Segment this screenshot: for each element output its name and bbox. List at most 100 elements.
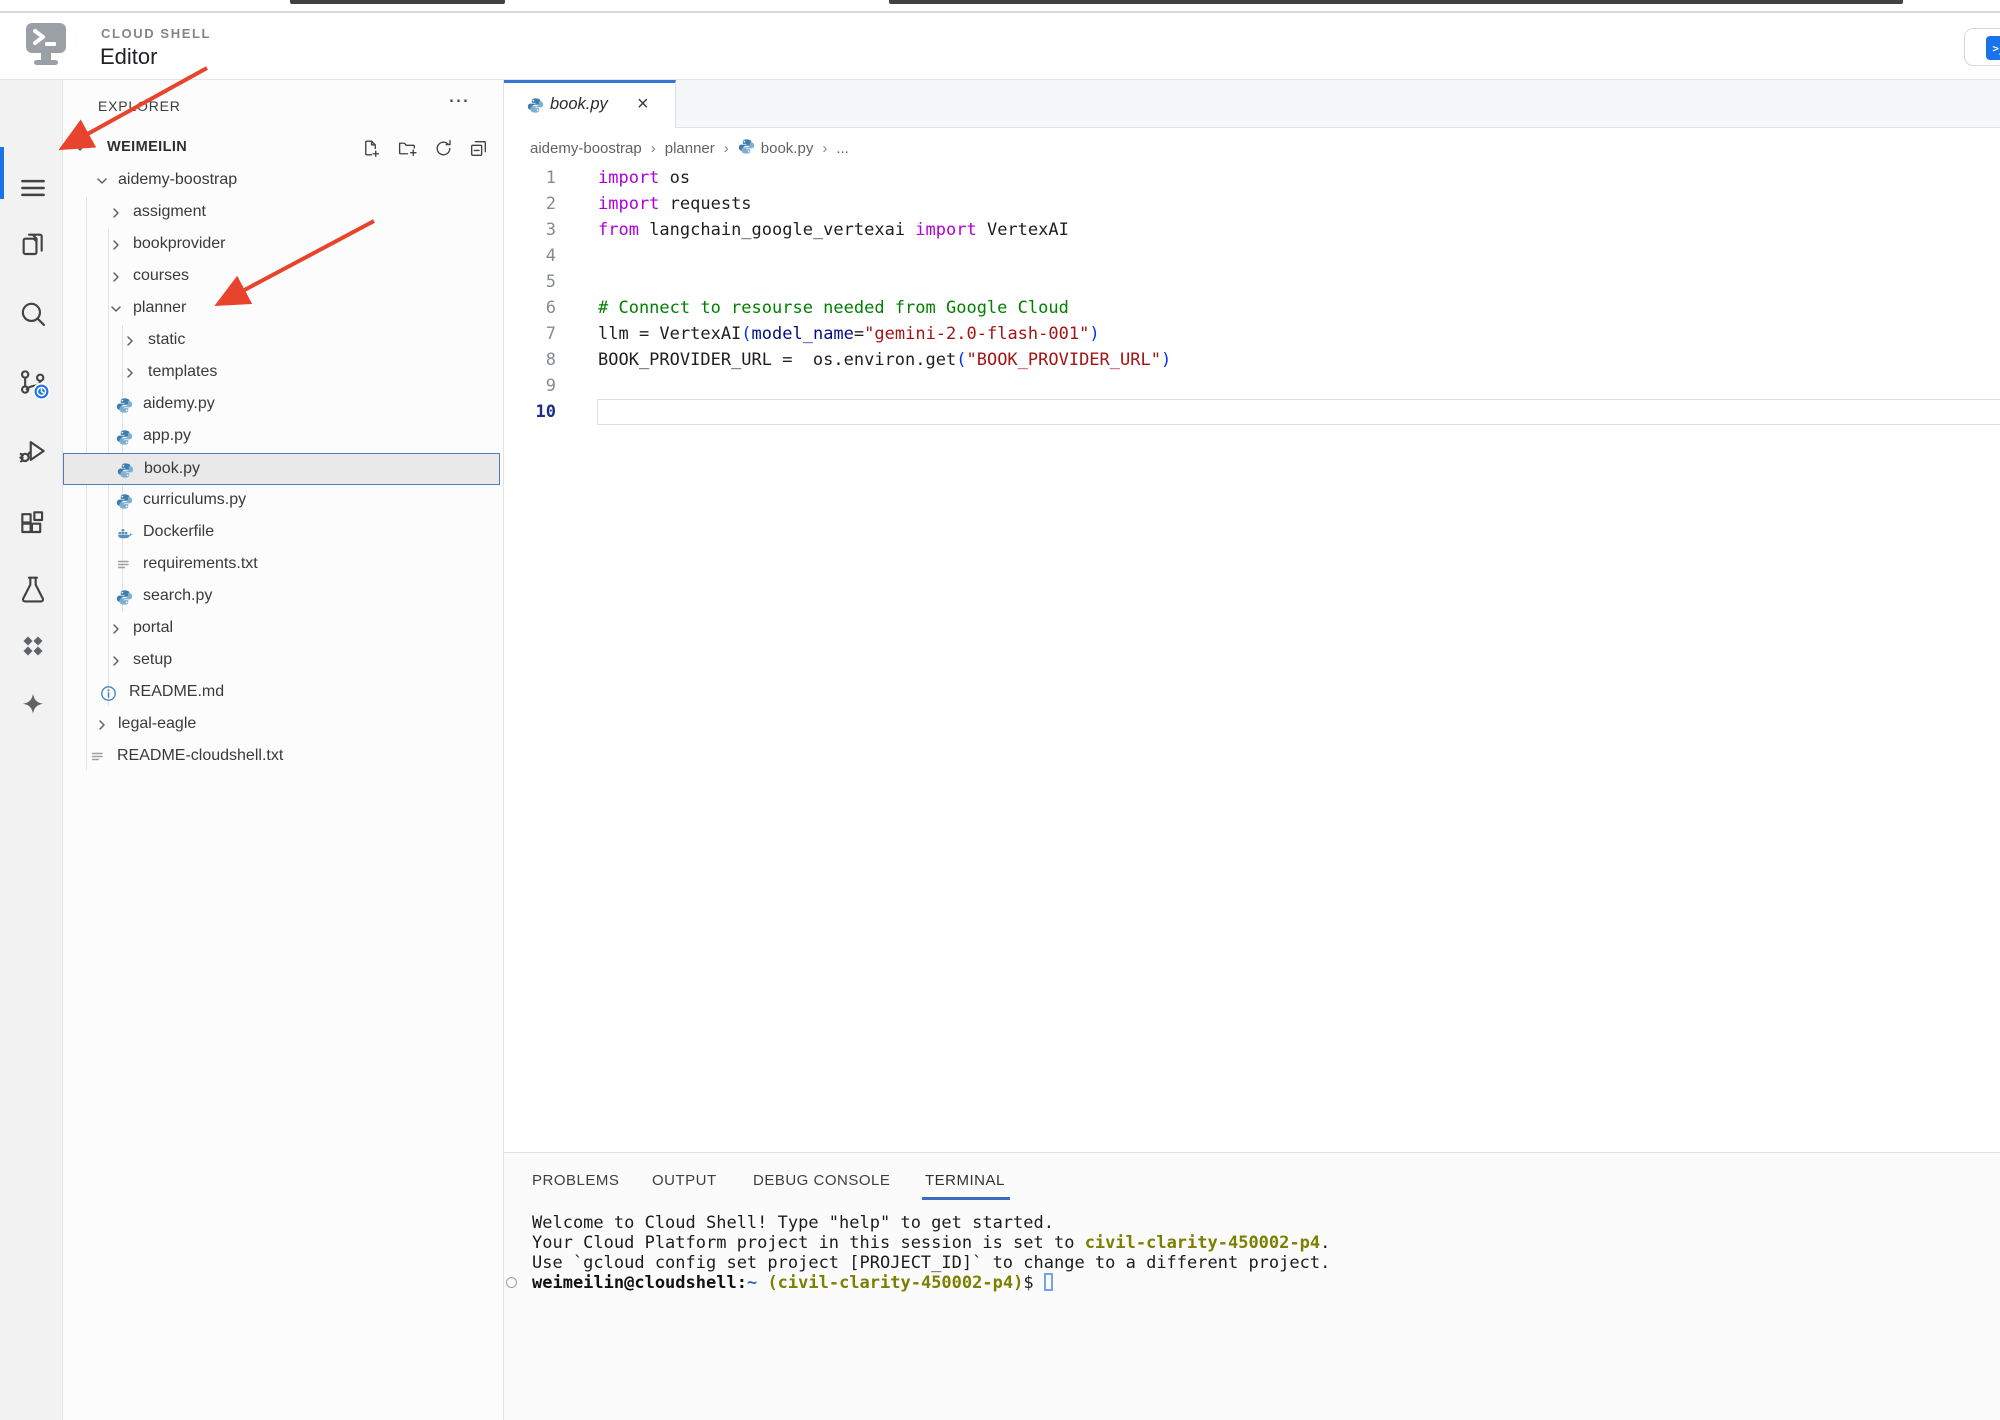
python-icon bbox=[116, 429, 133, 451]
tree-item-app-py[interactable]: app.py bbox=[63, 421, 504, 453]
activity-item-extensions[interactable] bbox=[13, 506, 53, 546]
code-line-1[interactable]: 1 import os bbox=[504, 165, 2000, 191]
tree-item-setup[interactable]: setup bbox=[63, 645, 504, 677]
tree-item-dockerfile[interactable]: Dockerfile bbox=[63, 517, 504, 549]
chevron-right-icon bbox=[122, 365, 138, 386]
breadcrumb-label: planner bbox=[664, 139, 715, 157]
open-terminal-button[interactable]: >_ bbox=[1964, 28, 2000, 66]
tree-item-requirements-txt[interactable]: requirements.txt bbox=[63, 549, 504, 581]
current-line-highlight bbox=[597, 399, 2000, 425]
panel-tab-output[interactable]: OUTPUT bbox=[652, 1172, 717, 1189]
line-number: 4 bbox=[545, 246, 556, 266]
line-number: 6 bbox=[545, 298, 556, 318]
code-line-7[interactable]: 7 llm = VertexAI(model_name="gemini-2.0-f… bbox=[504, 321, 2000, 347]
files-icon bbox=[17, 228, 49, 265]
tree-item-planner[interactable]: planner bbox=[63, 293, 504, 325]
python-icon bbox=[527, 97, 544, 119]
code-line-6[interactable]: 6 # Connect to resourse needed from Googl… bbox=[504, 295, 2000, 321]
file-label: book.py bbox=[144, 460, 201, 477]
tree-item-static[interactable]: static bbox=[63, 325, 504, 357]
activity-item-search[interactable] bbox=[13, 296, 53, 336]
panel-tab-terminal[interactable]: TERMINAL bbox=[925, 1172, 1005, 1189]
bottom-panel: PROBLEMS OUTPUT DEBUG CONSOLE TERMINAL Welc… bbox=[504, 1152, 2000, 1420]
tree-item-readme-cloudshell-txt[interactable]: README-cloudshell.txt bbox=[63, 741, 504, 773]
chevron-down-icon bbox=[108, 301, 124, 322]
tree-item-templates[interactable]: templates bbox=[63, 357, 504, 389]
code-text: from langchain_google_vertexai import Ve… bbox=[598, 220, 1069, 240]
breadcrumb-item-book-py[interactable]: book.py bbox=[738, 138, 813, 159]
panel-tab-debug-console[interactable]: DEBUG CONSOLE bbox=[753, 1172, 890, 1189]
chevron-right-icon bbox=[108, 621, 124, 642]
code-line-4[interactable]: 4 bbox=[504, 243, 2000, 269]
editor-tabs-row: book.py × bbox=[504, 80, 2000, 128]
activity-item-menu[interactable] bbox=[13, 170, 53, 210]
activity-item-source-control[interactable] bbox=[13, 365, 53, 405]
chevron-right-icon bbox=[122, 333, 138, 354]
activity-item-run-debug[interactable] bbox=[13, 433, 53, 473]
grid-diamonds-icon bbox=[18, 631, 48, 666]
sparkle-icon bbox=[18, 690, 48, 725]
new-folder-icon[interactable] bbox=[397, 138, 417, 158]
code-line-9[interactable]: 9 bbox=[504, 373, 2000, 399]
menu-icon bbox=[18, 173, 48, 208]
activity-item-test-lab[interactable] bbox=[13, 571, 53, 611]
close-icon[interactable]: × bbox=[637, 93, 649, 116]
tree-item-aidemy-py[interactable]: aidemy.py bbox=[63, 389, 504, 421]
breadcrumb-item-planner[interactable]: planner bbox=[665, 140, 715, 157]
chevron-right-icon bbox=[108, 237, 124, 258]
file-label: search.py bbox=[143, 587, 213, 604]
code-text: # Connect to resourse needed from Google… bbox=[598, 298, 1069, 318]
explorer-title: EXPLORER bbox=[98, 98, 181, 114]
tree-item-search-py[interactable]: search.py bbox=[63, 581, 504, 613]
workspace-section-header[interactable]: WEIMEILIN bbox=[63, 132, 504, 164]
new-file-icon[interactable] bbox=[360, 138, 380, 158]
tree-item-courses[interactable]: courses bbox=[63, 261, 504, 293]
code-line-2[interactable]: 2 import requests bbox=[504, 191, 2000, 217]
tree-item-readme-md[interactable]: README.md bbox=[63, 677, 504, 709]
breadcrumb-separator: › bbox=[650, 139, 656, 157]
breadcrumb-separator: › bbox=[822, 139, 828, 157]
folder-label: assigment bbox=[133, 203, 206, 220]
collapse-all-icon[interactable] bbox=[468, 138, 488, 158]
terminal-prompt-icon: >_ bbox=[1986, 36, 2000, 60]
cloud-shell-monitor-icon bbox=[25, 22, 67, 73]
tree-item-curriculums-py[interactable]: curriculums.py bbox=[63, 485, 504, 517]
more-actions-icon[interactable]: ⋯ bbox=[448, 88, 470, 113]
editor-area: book.py × aidemy-boostrap › planner › book.p… bbox=[504, 80, 2000, 1152]
line-number: 3 bbox=[545, 220, 556, 240]
tree-item-portal[interactable]: portal bbox=[63, 613, 504, 645]
code-text: import requests bbox=[598, 194, 752, 214]
tab-book-py[interactable]: book.py × bbox=[504, 80, 676, 128]
code-line-3[interactable]: 3 from langchain_google_vertexai import V… bbox=[504, 217, 2000, 243]
refresh-icon[interactable] bbox=[433, 138, 453, 158]
code-line-10[interactable]: 10 bbox=[504, 399, 2000, 425]
tree-item-book-py[interactable]: book.py bbox=[63, 453, 500, 485]
browser-edge-segment bbox=[290, 0, 505, 4]
terminal-cursor bbox=[1043, 1273, 1053, 1291]
folder-label: templates bbox=[148, 363, 218, 380]
chevron-right-icon bbox=[108, 269, 124, 290]
folder-label: courses bbox=[133, 267, 190, 284]
activity-item-explorer[interactable] bbox=[13, 226, 53, 266]
python-icon bbox=[116, 397, 133, 419]
tree-item-legal-eagle[interactable]: legal-eagle bbox=[63, 709, 504, 741]
tree-item-aidemy-boostrap[interactable]: aidemy-boostrap bbox=[63, 165, 504, 197]
brand-label: CLOUD SHELL bbox=[101, 26, 212, 41]
terminal-line: Use `gcloud config set project [PROJECT_… bbox=[532, 1253, 1331, 1273]
tree-item-assigment[interactable]: assigment bbox=[63, 197, 504, 229]
breadcrumb[interactable]: aidemy-boostrap › planner › book.py ›... bbox=[530, 136, 849, 160]
code-line-8[interactable]: 8 BOOK_PROVIDER_URL = os.environ.get("BOO… bbox=[504, 347, 2000, 373]
activity-item-gemini[interactable] bbox=[13, 687, 53, 727]
tree-item-bookprovider[interactable]: bookprovider bbox=[63, 229, 504, 261]
chevron-down-icon bbox=[94, 173, 110, 194]
breadcrumb-item--[interactable]: ... bbox=[836, 140, 849, 157]
cloud-shell-editor-window: CLOUD SHELL Editor >_ EXPLORER ⋯ WEIMEIL… bbox=[0, 0, 2000, 1420]
breadcrumb-label: aidemy-boostrap bbox=[530, 139, 642, 157]
breadcrumb-item-aidemy-boostrap[interactable]: aidemy-boostrap bbox=[530, 140, 642, 157]
code-line-5[interactable]: 5 bbox=[504, 269, 2000, 295]
panel-tab-problems[interactable]: PROBLEMS bbox=[532, 1172, 619, 1189]
breadcrumb-separator: › bbox=[723, 139, 729, 157]
breadcrumb-label: ... bbox=[836, 139, 849, 157]
line-number: 1 bbox=[545, 168, 556, 188]
activity-item-workspaces[interactable] bbox=[13, 628, 53, 668]
